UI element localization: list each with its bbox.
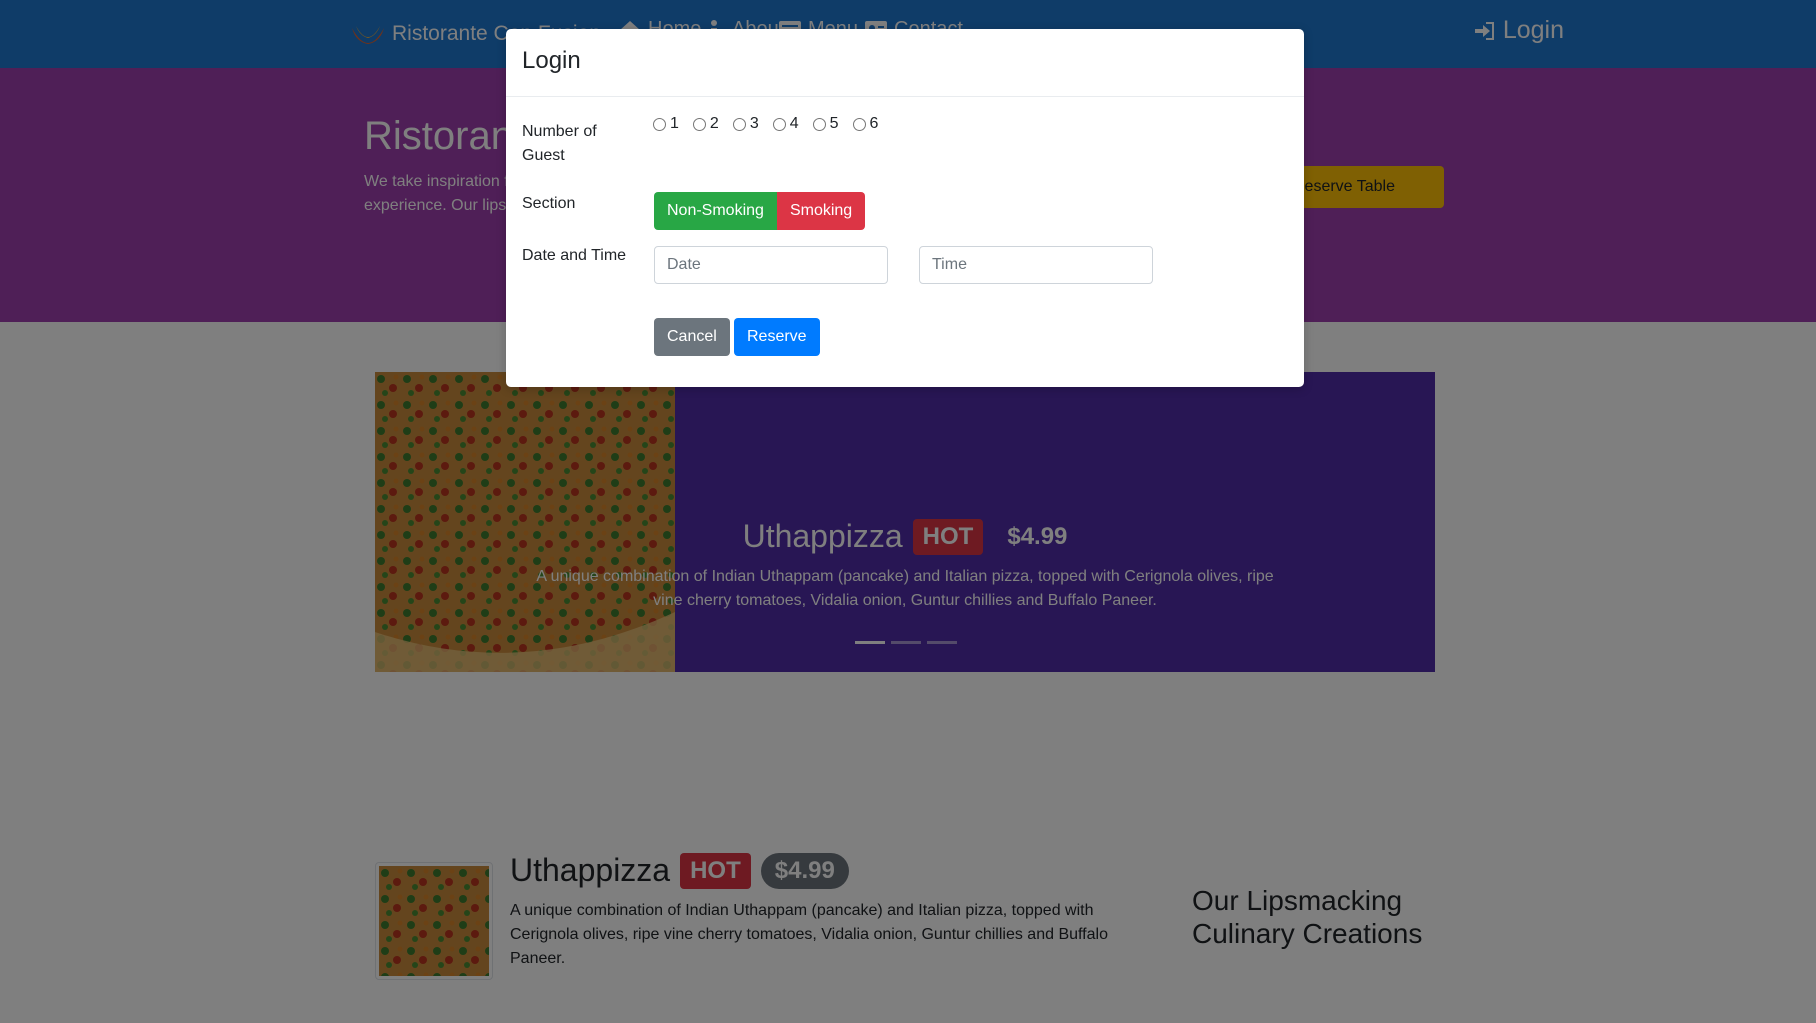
cancel-button[interactable]: Cancel: [654, 318, 730, 356]
guest-option-label: 2: [709, 115, 719, 132]
reserve-button[interactable]: Reserve: [734, 318, 820, 356]
modal-header: Login: [506, 29, 1304, 97]
guest-option-4[interactable]: 4: [772, 115, 799, 133]
guests-label: Number of Guest: [522, 123, 597, 164]
time-input[interactable]: [919, 246, 1153, 284]
radio-button[interactable]: [772, 117, 786, 131]
guest-option-label: 3: [749, 115, 759, 132]
radio-button[interactable]: [653, 117, 666, 131]
datetime-label: Date and Time: [522, 247, 627, 264]
guest-option-5[interactable]: 5: [812, 115, 839, 133]
guest-option-label: 1: [670, 115, 679, 132]
reservation-modal: Login Number of Guest 1 2 3 4 5 6 Sectio…: [506, 29, 1304, 387]
modal-title: Login: [522, 47, 581, 74]
guest-option-label: 5: [829, 115, 839, 132]
guest-option-label: 4: [789, 115, 799, 132]
guest-option-2[interactable]: 2: [692, 115, 719, 133]
guest-option-6[interactable]: 6: [852, 115, 879, 133]
date-input[interactable]: [654, 246, 888, 284]
guest-option-label: 6: [869, 115, 879, 132]
non-smoking-button[interactable]: Non-Smoking: [654, 192, 777, 230]
guest-option-3[interactable]: 3: [732, 115, 759, 133]
section-label: Section: [522, 195, 576, 212]
radio-button[interactable]: [732, 117, 746, 131]
section-button-group: Non-Smoking Smoking: [654, 192, 866, 230]
guests-radio-group: 1 2 3 4 5 6: [653, 115, 878, 133]
radio-button[interactable]: [852, 117, 866, 131]
guest-option-1[interactable]: 1: [653, 115, 679, 133]
radio-button[interactable]: [812, 117, 826, 131]
smoking-button[interactable]: Smoking: [776, 192, 866, 230]
radio-button[interactable]: [692, 117, 706, 131]
